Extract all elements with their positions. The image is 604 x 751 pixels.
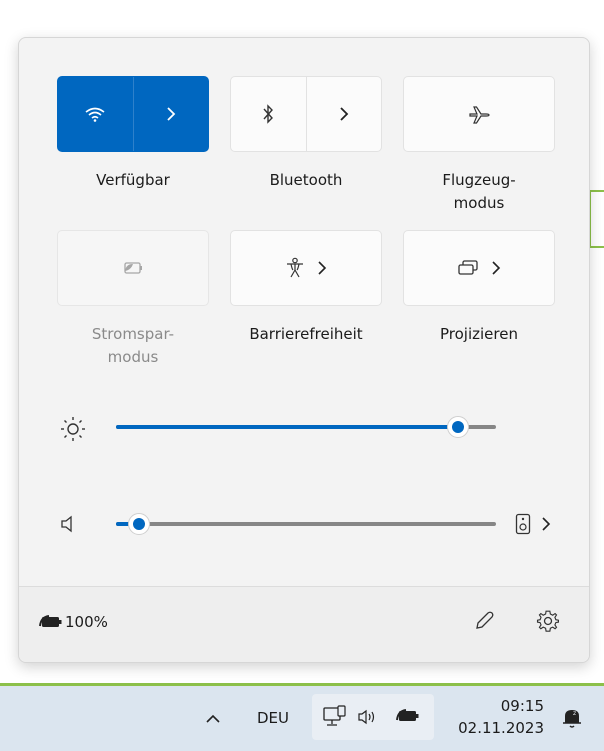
airplane-icon [469,106,490,124]
battery-icon [396,709,419,721]
clock[interactable]: 09:15 02.11.2023 [448,695,544,739]
chevron-right-icon [318,261,327,275]
taskbar: DEU 09:15 02.11.2023 z [0,683,604,751]
bluetooth-label: Bluetooth [269,171,343,189]
wifi-label: Verfügbar [96,171,170,189]
language-indicator[interactable]: DEU [257,709,289,727]
clock-date: 02.11.2023 [458,719,544,737]
brightness-slider-thumb[interactable] [447,416,469,438]
airplane-label: Flugzeug- modus [442,171,516,212]
accessibility-tile[interactable] [230,230,382,306]
system-tray-group[interactable] [312,694,434,740]
network-icon [323,705,346,726]
wifi-expand-button[interactable] [134,77,209,151]
chevron-right-icon [167,107,176,121]
project-icon [458,260,478,275]
notification-icon[interactable]: z [561,706,583,730]
project-label: Projizieren [440,325,518,343]
svg-text:z: z [573,710,576,717]
accessibility-label: Barrierefreiheit [249,325,363,343]
brightness-slider-fill [116,425,458,429]
volume-icon [358,709,375,725]
speaker-device-icon [515,513,531,535]
quick-settings-flyout: Verfügbar Bluetooth Flugzeug- modus Stro… [18,37,590,663]
battery-percent: 100% [65,613,108,631]
chevron-right-icon [492,261,501,275]
wifi-icon [85,107,105,122]
chevron-right-icon [542,517,551,531]
chevron-up-icon[interactable] [206,714,220,724]
bluetooth-tile[interactable] [230,76,382,152]
flyout-footer: 100% [19,586,589,662]
project-tile[interactable] [403,230,555,306]
accessibility-icon [287,257,303,278]
gear-icon[interactable] [536,609,560,633]
battery-saver-label: Stromspar- modus [91,325,175,366]
pencil-icon[interactable] [473,610,495,632]
background-window-edge [590,246,604,248]
wifi-tile[interactable] [57,76,209,152]
wifi-toggle[interactable] [58,77,133,151]
clock-time: 09:15 [500,697,544,715]
bluetooth-toggle[interactable] [231,77,306,151]
background-window-edge [590,190,604,192]
battery-saver-icon [124,262,142,274]
audio-output-button[interactable] [515,510,559,538]
bluetooth-icon [263,104,274,124]
battery-charging-icon [39,615,62,627]
volume-slider-thumb[interactable] [127,513,150,535]
bluetooth-expand-button[interactable] [307,77,382,151]
speaker-icon [61,515,72,533]
battery-saver-tile [57,230,209,306]
brightness-icon [61,417,85,441]
chevron-right-icon [340,107,349,121]
volume-slider-track[interactable] [116,522,496,526]
airplane-tile[interactable] [403,76,555,152]
battery-status[interactable]: 100% [39,613,108,631]
